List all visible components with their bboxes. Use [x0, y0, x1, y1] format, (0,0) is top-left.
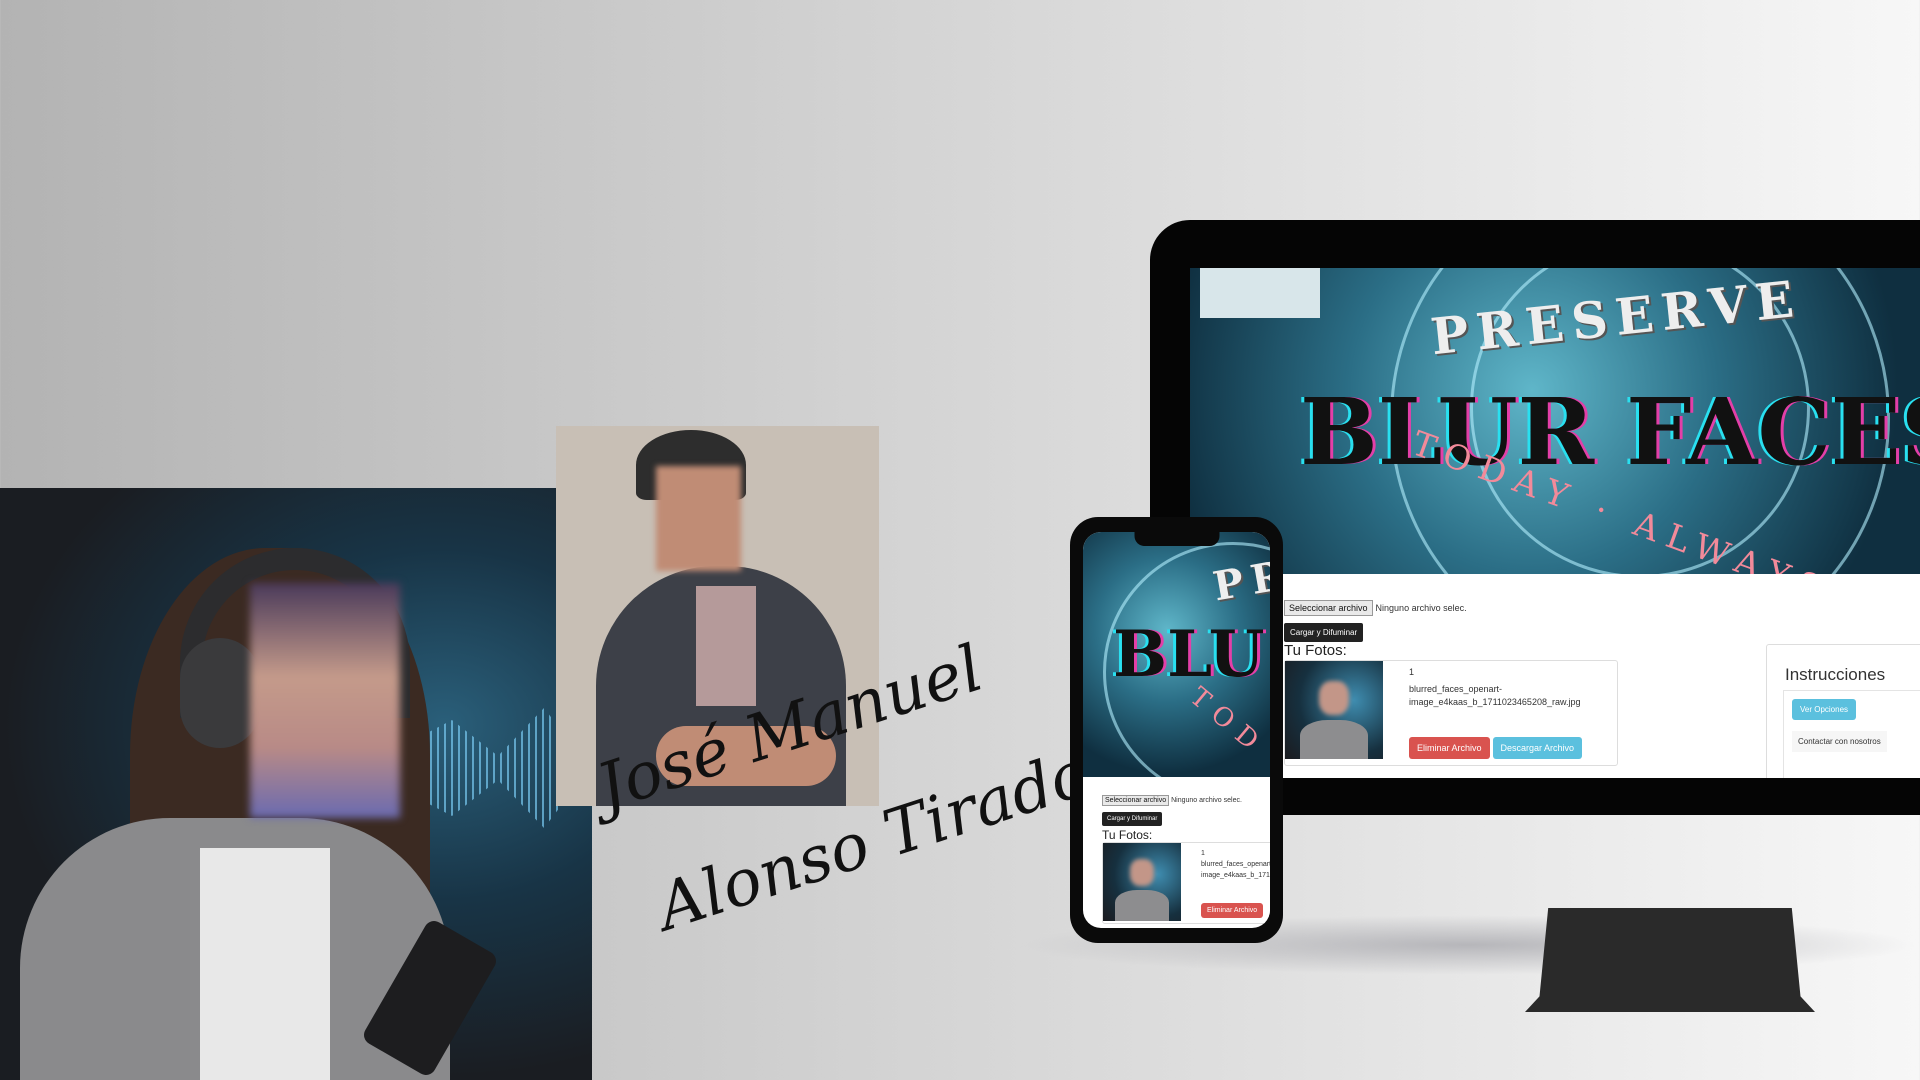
delete-file-button[interactable]: Eliminar Archivo: [1201, 903, 1264, 918]
instructions-panel: Instrucciones Ver Opciones Contactar con…: [1766, 644, 1920, 778]
file-status: Ninguno archivo selec.: [1171, 797, 1242, 804]
phone-screen: PR BLU TOD Seleccionar archivo Ninguno a…: [1083, 532, 1270, 928]
blurred-face: [656, 466, 741, 571]
instructions-title: Instrucciones: [1785, 665, 1886, 684]
shirt: [696, 586, 756, 706]
app-banner: PRESERVE BLUR FACES TODAY · ALWAYS: [1190, 268, 1920, 574]
photo-filename-1: blurred_faces_openart-: [1409, 684, 1503, 694]
photo-card: 1 blurred_faces_openart image_e4kaas_b_1…: [1102, 842, 1270, 924]
upload-blur-button[interactable]: Cargar y Difuminar: [1284, 623, 1364, 642]
blurred-face: [250, 583, 400, 818]
photo-card: 1 blurred_faces_openart- image_e4kaas_b_…: [1284, 660, 1618, 766]
select-file-button[interactable]: Seleccionar archivo: [1102, 795, 1170, 806]
monitor-screen: PRESERVE BLUR FACES TODAY · ALWAYS Selec…: [1190, 268, 1920, 778]
upload-blur-button[interactable]: Cargar y Difuminar: [1102, 812, 1163, 826]
file-status: Ninguno archivo selec.: [1375, 603, 1467, 613]
phone-notch: [1134, 532, 1219, 546]
contact-button[interactable]: Contactar con nosotros: [1792, 731, 1887, 752]
smartphone-mockup: PR BLU TOD Seleccionar archivo Ninguno a…: [1070, 517, 1283, 943]
photo-index: 1: [1409, 667, 1415, 677]
phone-banner-title: BLU: [1113, 617, 1265, 692]
monitor-stand: [1525, 908, 1815, 1012]
photo-filename-2: image_e4kaas_b_1711023465208_raw.jpg: [1409, 697, 1581, 707]
instructions-body: Ver Opciones Contactar con nosotros: [1783, 690, 1920, 778]
banner-title: BLUR FACES: [1300, 378, 1920, 486]
photo-filename-2: image_e4kaas_b_171: [1201, 872, 1270, 879]
photo-thumbnail: [1285, 661, 1383, 759]
photos-heading: Tu Fotos:: [1284, 642, 1347, 659]
avatar-icon: [1200, 268, 1320, 318]
view-options-button[interactable]: Ver Opciones: [1792, 699, 1857, 720]
phone-banner: PR BLU TOD: [1083, 532, 1270, 777]
delete-file-button[interactable]: Eliminar Archivo: [1409, 737, 1490, 759]
earcup: [180, 638, 260, 748]
photo-filename-1: blurred_faces_openart: [1201, 861, 1270, 868]
download-file-button[interactable]: Descargar Archivo: [1492, 737, 1583, 759]
photos-heading: Tu Fotos:: [1102, 828, 1153, 842]
photo-thumbnail: [1103, 843, 1181, 921]
select-file-button[interactable]: Seleccionar archivo: [1284, 600, 1373, 616]
woman-headphones-photo: [0, 488, 592, 1080]
shirt: [200, 848, 330, 1080]
